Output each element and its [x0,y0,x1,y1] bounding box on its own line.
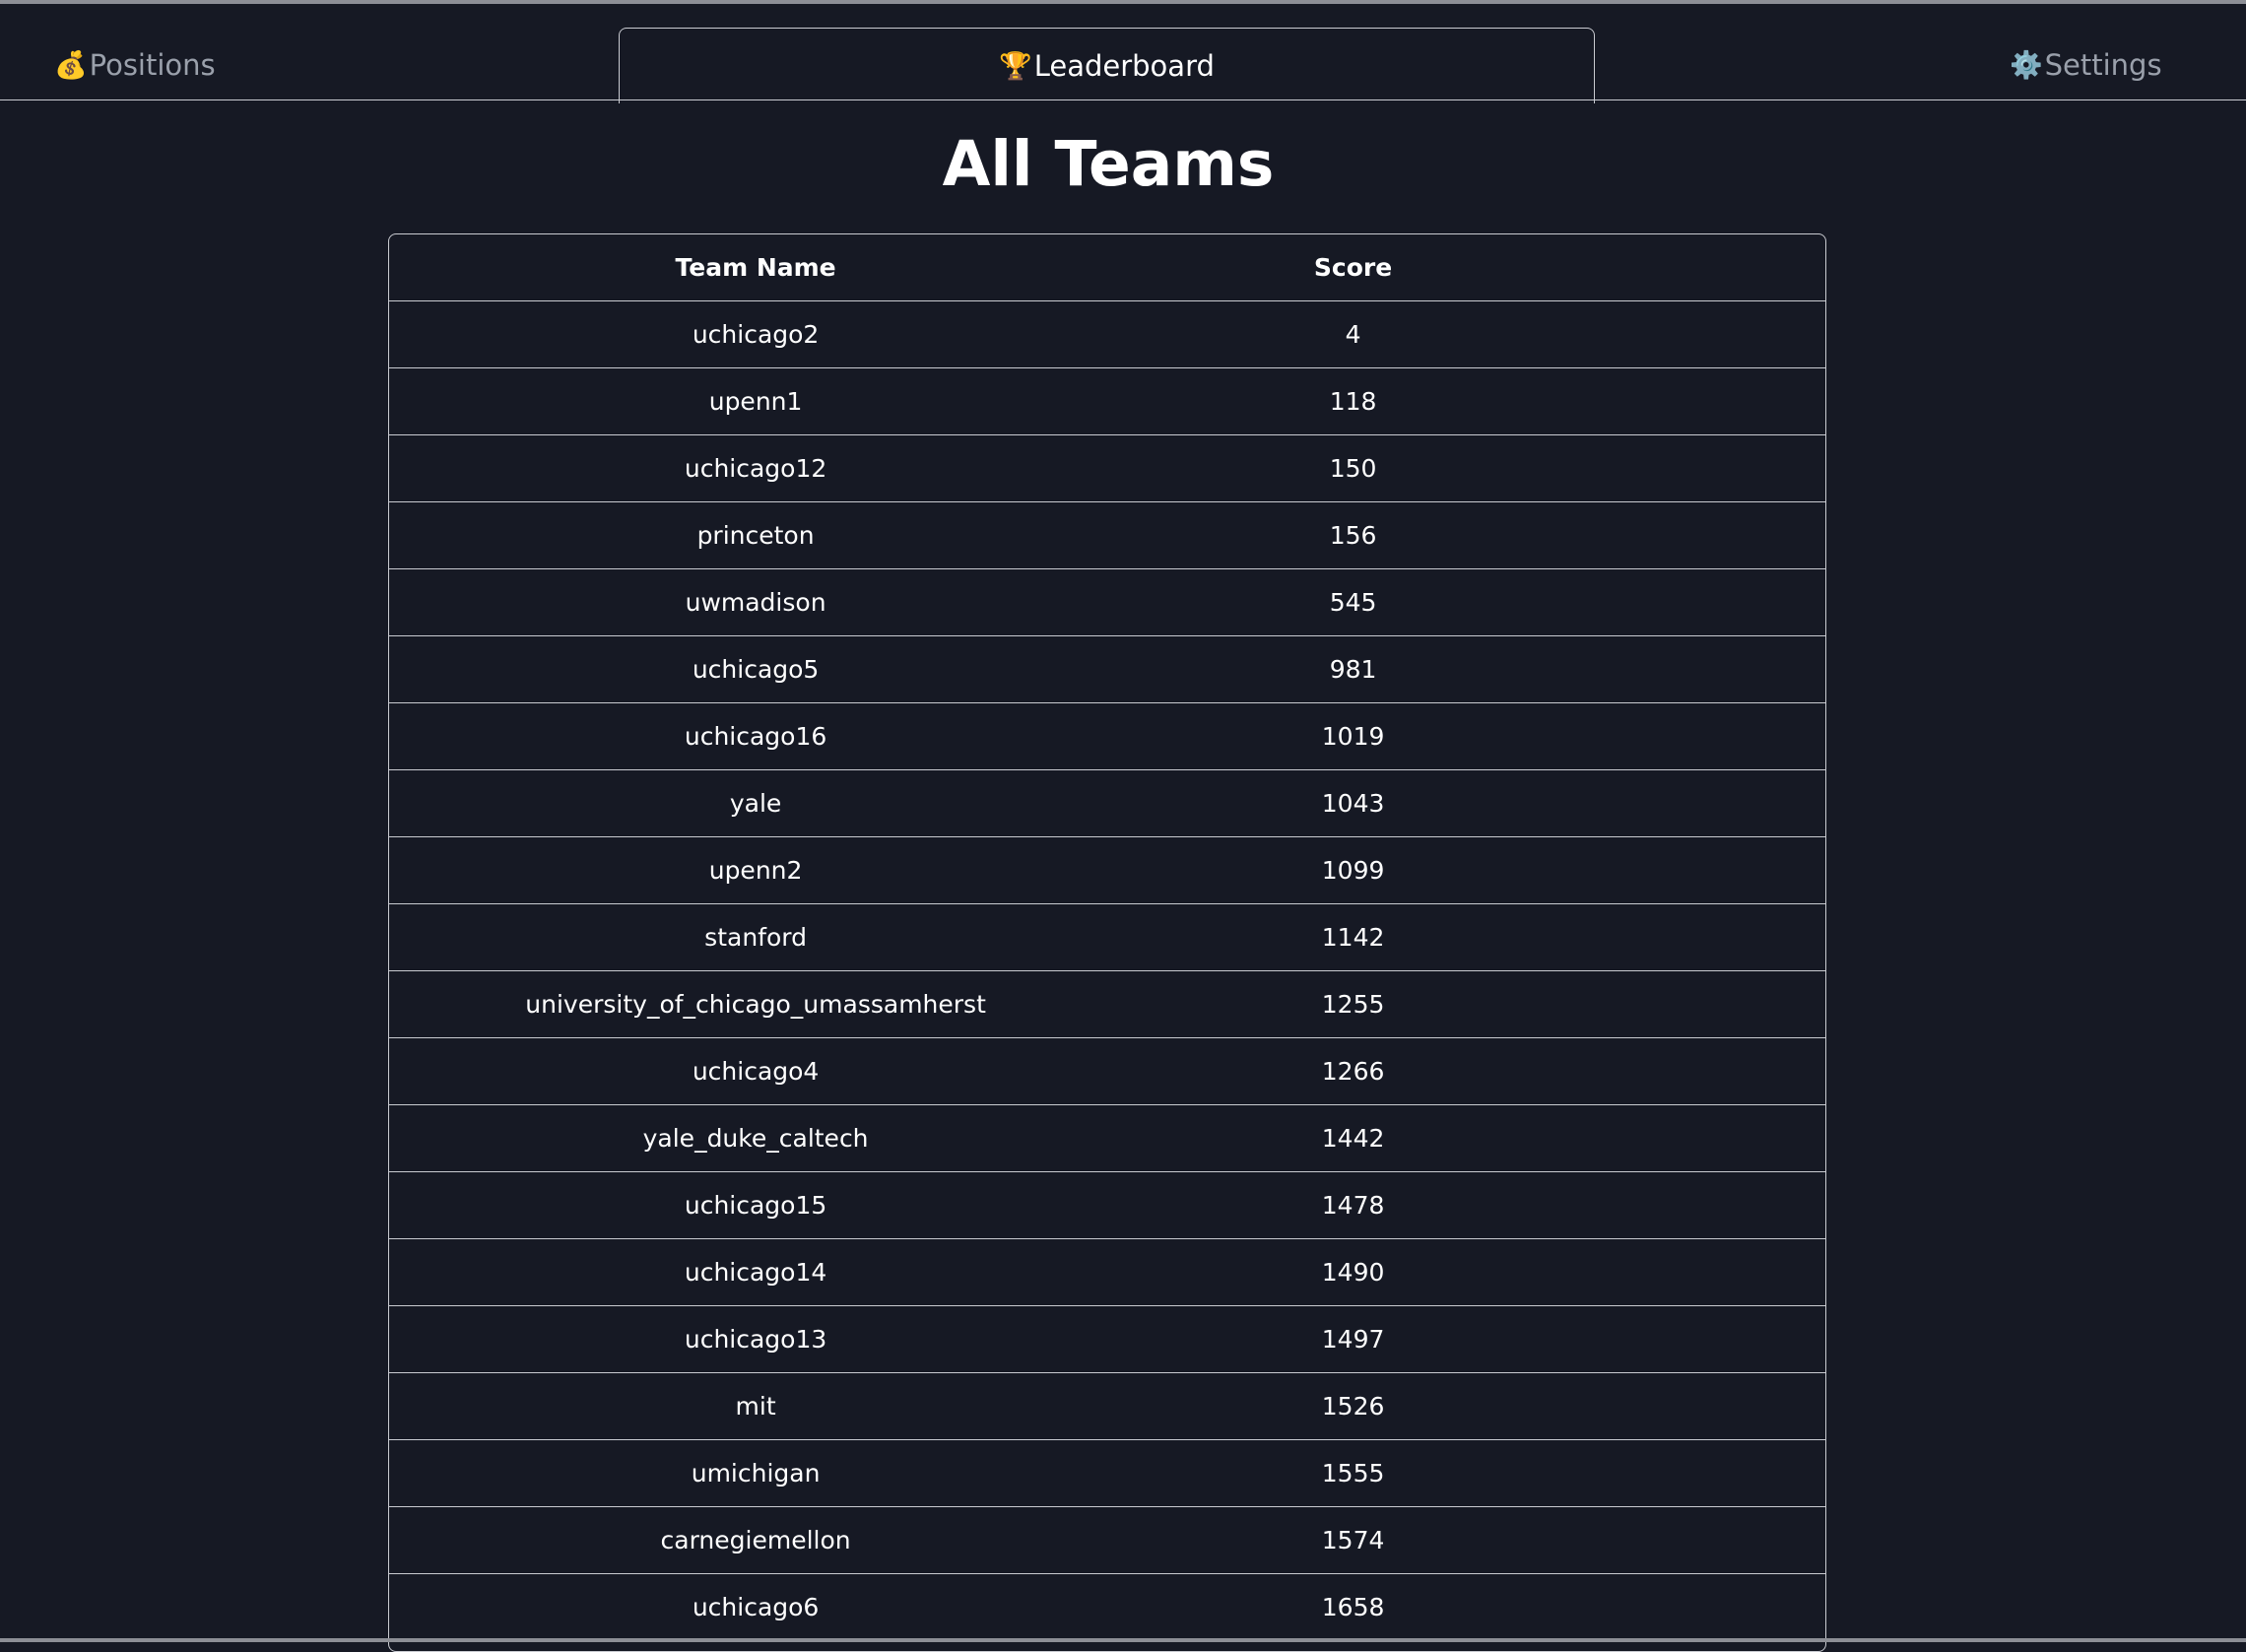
team-name-cell: uchicago13 [389,1305,1123,1373]
tab-leaderboard-label: Leaderboard [1033,49,1215,83]
table-row: mit 1526 [389,1372,1825,1440]
table-row: uchicago14 1490 [389,1238,1825,1306]
table-row: uchicago12 150 [389,434,1825,502]
window-bottom-border [0,1638,2246,1642]
team-name-cell: yale [389,769,1123,837]
tab-settings-label: Settings [2044,48,2162,82]
score-cell: 1526 [1122,1372,1825,1440]
table-row: uchicago13 1497 [389,1305,1825,1373]
table-row: upenn2 1099 [389,836,1825,904]
team-name-cell: carnegiemellon [389,1506,1123,1574]
table-row: princeton 156 [389,501,1825,569]
table-row: uwmadison 545 [389,568,1825,636]
table-row: uchicago6 1658 [389,1573,1825,1641]
score-cell: 1574 [1122,1506,1825,1574]
trophy-icon: 🏆 [999,51,1032,82]
top-nav: 💰 Positions 🏆 Leaderboard ⚙️ Settings [0,4,2246,103]
team-name-cell: university_of_chicago_umassamherst [389,970,1123,1038]
table-row: umichigan 1555 [389,1439,1825,1507]
score-cell: 150 [1122,434,1825,502]
gear-icon: ⚙️ [2010,50,2043,81]
team-name-cell: uchicago5 [389,635,1123,703]
tab-positions[interactable]: 💰 Positions [54,28,222,102]
team-name-cell: mit [389,1372,1123,1440]
table-row: yale 1043 [389,769,1825,837]
score-cell: 1019 [1122,702,1825,770]
team-name-cell: upenn1 [389,367,1123,435]
table-body: uchicago2 4 upenn1 118 uchicago12 150 princeto… [389,300,1825,1641]
tab-settings[interactable]: ⚙️ Settings [2010,28,2207,102]
team-name-cell: yale_duke_caltech [389,1104,1123,1172]
leaderboard-table: Team Name Score uchicago2 4 upenn1 118 uchic… [388,233,1826,1652]
nav-divider [0,99,2246,100]
team-name-cell: uchicago14 [389,1238,1123,1306]
money-bag-icon: 💰 [54,50,88,81]
team-name-cell: stanford [389,903,1123,971]
score-cell: 1478 [1122,1171,1825,1239]
table-row: upenn1 118 [389,367,1825,435]
score-cell: 156 [1122,501,1825,569]
score-cell: 1043 [1122,769,1825,837]
table-row: yale_duke_caltech 1442 [389,1104,1825,1172]
team-name-cell: uchicago4 [389,1037,1123,1105]
table-row: carnegiemellon 1574 [389,1506,1825,1574]
team-name-cell: uchicago16 [389,702,1123,770]
table-header-row: Team Name Score [389,234,1825,301]
team-name-cell: uchicago6 [389,1573,1123,1641]
table-row: uchicago16 1019 [389,702,1825,770]
table-row: uchicago5 981 [389,635,1825,703]
score-cell: 1442 [1122,1104,1825,1172]
team-name-cell: uchicago2 [389,300,1123,368]
score-cell: 1142 [1122,903,1825,971]
score-cell: 1555 [1122,1439,1825,1507]
table-row: stanford 1142 [389,903,1825,971]
score-cell: 1490 [1122,1238,1825,1306]
team-name-cell: princeton [389,501,1123,569]
team-name-cell: uwmadison [389,568,1123,636]
page-title: All Teams [942,128,1275,200]
score-cell: 1099 [1122,836,1825,904]
team-name-cell: uchicago12 [389,434,1123,502]
team-name-cell: umichigan [389,1439,1123,1507]
score-cell: 1497 [1122,1305,1825,1373]
table-row: university_of_chicago_umassamherst 1255 [389,970,1825,1038]
score-cell: 4 [1122,300,1825,368]
score-cell: 981 [1122,635,1825,703]
score-cell: 118 [1122,367,1825,435]
score-cell: 1255 [1122,970,1825,1038]
tab-positions-label: Positions [89,48,216,82]
team-name-cell: uchicago15 [389,1171,1123,1239]
table-row: uchicago15 1478 [389,1171,1825,1239]
table-row: uchicago4 1266 [389,1037,1825,1105]
table-row: uchicago2 4 [389,300,1825,368]
column-header-score: Score [1122,234,1825,301]
tab-leaderboard[interactable]: 🏆 Leaderboard [619,28,1595,103]
score-cell: 545 [1122,568,1825,636]
column-header-team-name: Team Name [389,234,1123,301]
team-name-cell: upenn2 [389,836,1123,904]
score-cell: 1266 [1122,1037,1825,1105]
score-cell: 1658 [1122,1573,1825,1641]
